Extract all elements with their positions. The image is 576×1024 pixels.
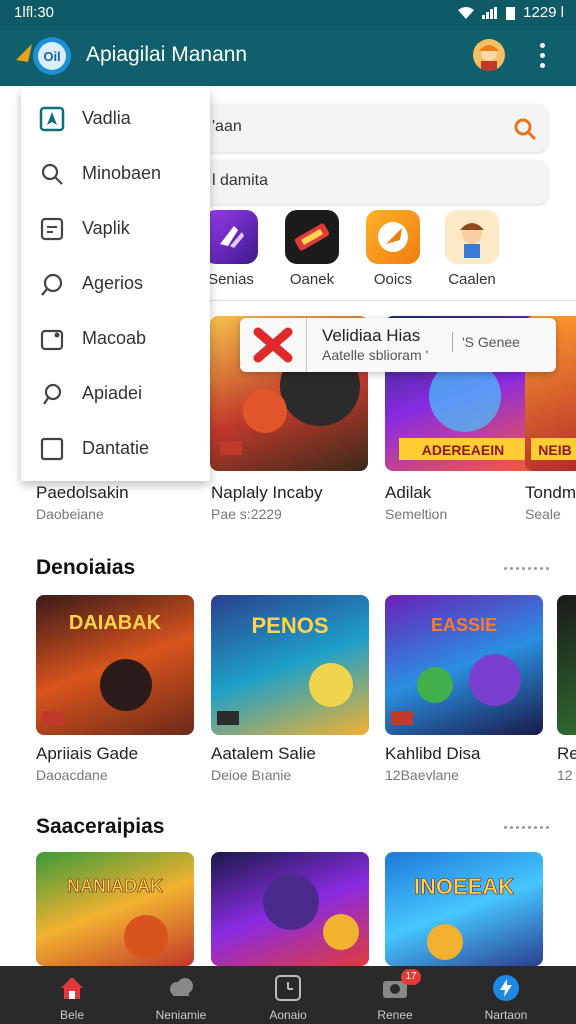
svg-text:Oil: Oil: [43, 49, 60, 64]
game-title[interactable]: Apriiais Gade: [36, 744, 138, 764]
secondary-field[interactable]: l damita: [200, 160, 548, 204]
comment-icon: [43, 383, 62, 405]
see-more-icon[interactable]: [504, 825, 552, 829]
app-bar: Oil Apiagilai Manann: [0, 26, 576, 86]
search-icon[interactable]: [512, 116, 538, 142]
notification-popup[interactable]: Velidiaa Hias Aatelle sblioram ' 'S Gene…: [240, 318, 556, 372]
game-title[interactable]: Tondm: [525, 483, 576, 503]
svg-text:DAIABAK: DAIABAK: [69, 612, 162, 634]
game-subtitle: Pae s:2229: [211, 506, 282, 522]
status-clock: 1229 l: [523, 4, 564, 21]
character-icon: [445, 210, 499, 264]
game-subtitle: Semeltion: [385, 506, 448, 522]
popup-title: Velidiaa Hias: [322, 326, 421, 345]
game-subtitle: Daoacdane: [36, 767, 108, 783]
section-title: Denoiaias: [36, 556, 136, 579]
drawer-item[interactable]: Macoab: [21, 313, 210, 363]
game-title[interactable]: Naplaly Incaby: [211, 483, 323, 503]
nav-item-cloud[interactable]: Neniamie: [136, 966, 226, 1024]
game-title[interactable]: Aatalem Salie: [211, 744, 316, 764]
compass-icon: [39, 106, 65, 132]
drawer-item[interactable]: Dantatie: [21, 423, 210, 473]
drawer-item[interactable]: Vadlia: [21, 93, 210, 143]
popup-action[interactable]: 'S Genee: [462, 334, 520, 350]
secondary-field-text[interactable]: l damita: [212, 172, 268, 190]
game-red-icon: [285, 210, 339, 264]
game-tile[interactable]: EASSIE: [385, 595, 543, 735]
svg-text:INOEEAK: INOEEAK: [414, 874, 514, 899]
app-title: Apiagilai Manann: [86, 43, 248, 66]
game-subtitle: Seale: [525, 506, 561, 522]
nav-item-clock[interactable]: Aonaio: [243, 966, 333, 1024]
drawer-item[interactable]: Minobaen: [21, 148, 210, 198]
search-bar[interactable]: 'aan: [200, 104, 548, 152]
svg-text:EASSIE: EASSIE: [431, 615, 497, 635]
chat-icon: [41, 273, 63, 296]
game-title[interactable]: Adilak: [385, 483, 431, 503]
see-more-icon[interactable]: [504, 566, 552, 570]
game-subtitle: Daobeiane: [36, 506, 104, 522]
game-title[interactable]: Kahlibd Disa: [385, 744, 480, 764]
game-tile[interactable]: DAIABAK: [36, 595, 194, 735]
wifi-icon: [458, 6, 475, 19]
category-row: Senias Oanek Ooics Caalen: [200, 210, 576, 290]
drawer-item[interactable]: Apiadei: [21, 368, 210, 418]
game-tile[interactable]: INOEEAK: [385, 852, 543, 966]
section-title: Saaceraipias: [36, 815, 165, 838]
lightning-icon: [493, 975, 519, 1001]
drawer-item[interactable]: Vaplik: [21, 203, 210, 253]
search-icon: [41, 163, 63, 185]
svg-text:NEIB: NEIB: [538, 442, 571, 458]
category-ooics[interactable]: Ooics: [357, 210, 429, 288]
game-subtitle: 12: [557, 767, 573, 783]
svg-text:ADEREAEIN: ADEREAEIN: [422, 442, 504, 458]
svg-text:NANIADAK: NANIADAK: [67, 876, 163, 896]
search-input[interactable]: 'aan: [212, 118, 242, 136]
notification-badge: 17: [401, 969, 421, 985]
nav-item-home[interactable]: Bele: [27, 966, 117, 1024]
game-tile[interactable]: PENOS: [211, 595, 369, 735]
game-tile[interactable]: [557, 595, 576, 735]
status-bar: 1lﬂ:30 1229 l: [0, 0, 576, 26]
rocket-icon: [366, 210, 420, 264]
square-icon: [40, 437, 64, 461]
avatar[interactable]: [473, 39, 505, 71]
svg-text:PENOS: PENOS: [251, 613, 328, 638]
cloud-icon: [170, 978, 193, 996]
bottom-nav: Bele Neniamie Aonaio 17 Renee Nartaon: [0, 966, 576, 1024]
file-icon: [40, 217, 64, 241]
game-tile[interactable]: NANIADAK: [36, 852, 194, 966]
close-icon[interactable]: [252, 326, 294, 364]
category-oanek[interactable]: Oanek: [276, 210, 348, 288]
battery-icon: [506, 6, 516, 20]
game-tile[interactable]: [211, 852, 369, 966]
more-menu-icon[interactable]: [534, 40, 550, 70]
game-title[interactable]: Re: [557, 744, 576, 764]
clock-icon: [275, 975, 301, 1001]
game-subtitle: Deioe Bıanie: [211, 767, 292, 783]
image-icon: [40, 329, 64, 351]
status-time: 1lﬂ:30: [14, 4, 55, 21]
game-purple-icon: [204, 210, 258, 264]
divider: [200, 300, 576, 301]
navigation-drawer: Vadlia Minobaen Vaplik Agerios Macoab Ap…: [21, 88, 210, 481]
game-subtitle: 12Baevlane: [385, 767, 459, 783]
nav-item-lightning[interactable]: Nartaon: [461, 966, 551, 1024]
drawer-item[interactable]: Agerios: [21, 258, 210, 308]
popup-subtitle: Aatelle sblioram ': [322, 347, 429, 363]
app-logo-icon[interactable]: Oil: [14, 34, 74, 78]
category-caalen[interactable]: Caalen: [436, 210, 508, 288]
signal-icon: [482, 6, 498, 19]
nav-item-camera[interactable]: 17 Renee: [350, 966, 440, 1024]
game-title[interactable]: Paedolsakin: [36, 483, 129, 503]
home-icon: [61, 977, 83, 999]
